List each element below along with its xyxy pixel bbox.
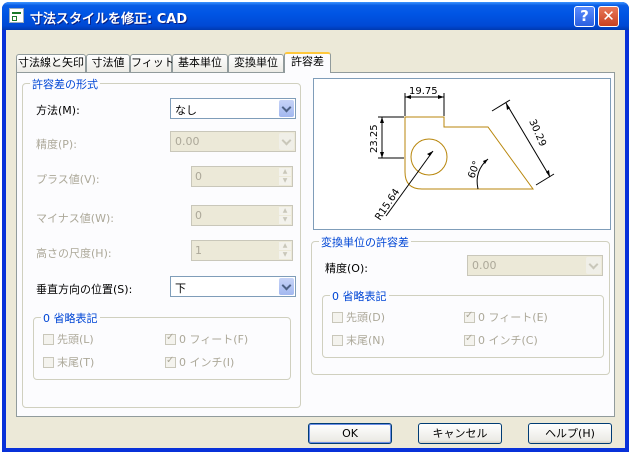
- zero-suppression-group: 0 省略表記 先頭(L) 0 フィート(F) 末尾(T) 0 インチ(I): [33, 310, 291, 380]
- tolerance-format-group: 許容差の形式 方法(M): なし 精度(P): 0.00 プラス値(V): 0 …: [22, 76, 301, 408]
- spinner-arrows-icon[interactable]: ▲ ▼: [279, 242, 291, 259]
- height-scale-value: 1: [195, 244, 202, 257]
- checkbox-checked-icon[interactable]: [165, 332, 176, 345]
- checkbox-checked-icon[interactable]: [464, 310, 475, 323]
- inches-checkbox[interactable]: 0 インチ(I): [165, 354, 234, 370]
- alt-feet-label: 0 フィート(E): [478, 311, 548, 324]
- help-title-button[interactable]: ?: [574, 6, 595, 27]
- method-select[interactable]: なし: [170, 98, 296, 119]
- radius-text: R15.64: [373, 187, 402, 223]
- dialog-client: 寸法線と矢印 寸法値 フィット 基本単位 変換単位 許容差 許容差の形式 方法(…: [6, 30, 625, 448]
- minus-value-spinner[interactable]: 0 ▲ ▼: [191, 205, 293, 226]
- plus-value-spinner[interactable]: 0 ▲ ▼: [191, 166, 293, 187]
- help-button[interactable]: ヘルプ(H): [528, 423, 612, 444]
- chevron-down-icon[interactable]: [279, 133, 294, 150]
- spinner-arrows-icon[interactable]: ▲ ▼: [279, 168, 291, 185]
- tab-primary-units[interactable]: 基本単位: [172, 54, 228, 72]
- height-scale-spinner[interactable]: 1 ▲ ▼: [191, 240, 293, 261]
- zero-suppression-legend: 0 省略表記: [41, 310, 100, 326]
- title-bar[interactable]: 寸法スタイルを修正: CAD ? ✕: [2, 2, 629, 30]
- checkbox-checked-icon[interactable]: [165, 355, 176, 368]
- alt-tolerance-legend: 変換単位の許容差: [319, 234, 411, 250]
- plus-value: 0: [195, 170, 202, 183]
- vertical-position-select[interactable]: 下: [170, 276, 296, 297]
- checkbox-icon[interactable]: [43, 334, 54, 345]
- height-scale-label: 高さの尺度(H):: [36, 247, 112, 260]
- inches-label: 0 インチ(I): [179, 356, 235, 369]
- trailing-checkbox[interactable]: 末尾(T): [43, 354, 94, 370]
- alt-inches-checkbox[interactable]: 0 インチ(C): [464, 332, 538, 348]
- alt-zero-suppression-legend: 0 省略表記: [330, 288, 389, 304]
- method-label: 方法(M):: [36, 104, 80, 117]
- tab-fit[interactable]: フィット: [130, 54, 175, 72]
- dim-top-text: 19.75: [409, 86, 438, 97]
- leading-label: 先頭(L): [57, 333, 94, 346]
- cancel-button[interactable]: キャンセル: [418, 423, 502, 444]
- chevron-down-icon[interactable]: [279, 278, 294, 295]
- tab-text[interactable]: 寸法値: [86, 54, 130, 72]
- close-button[interactable]: ✕: [598, 6, 619, 27]
- tab-tolerances[interactable]: 許容差: [284, 52, 331, 73]
- minus-label: マイナス値(W):: [36, 212, 114, 225]
- extension-line: [535, 173, 555, 186]
- tab-panel: 許容差の形式 方法(M): なし 精度(P): 0.00 プラス値(V): 0 …: [16, 72, 615, 417]
- chevron-down-icon[interactable]: [586, 257, 601, 274]
- vertical-position-label: 垂直方向の位置(S):: [36, 283, 133, 296]
- feet-label: 0 フィート(F): [179, 333, 249, 346]
- alt-tolerance-group: 変換単位の許容差 精度(O): 0.00 0 省略表記 先頭(D) 0 フィート…: [311, 234, 610, 375]
- tab-lines-arrows[interactable]: 寸法線と矢印: [16, 54, 86, 72]
- alt-inches-label: 0 インチ(C): [478, 334, 538, 347]
- trailing-label: 末尾(T): [57, 356, 95, 369]
- alt-zero-suppression-group: 0 省略表記 先頭(D) 0 フィート(E) 末尾(N) 0 インチ(C): [322, 288, 604, 358]
- spinner-arrows-icon[interactable]: ▲ ▼: [279, 207, 291, 224]
- dim-right-text: 30.29: [526, 118, 548, 149]
- angle-text: 60°: [466, 160, 482, 180]
- dialog-window: 寸法スタイルを修正: CAD ? ✕ 寸法線と矢印 寸法値 フィット 基本単位 …: [2, 2, 629, 452]
- alt-trailing-checkbox[interactable]: 末尾(N): [332, 332, 385, 348]
- chevron-down-icon[interactable]: [279, 100, 294, 117]
- app-icon: [9, 8, 24, 23]
- precision-label: 精度(P):: [36, 138, 77, 151]
- precision-select[interactable]: 0.00: [170, 131, 296, 152]
- feet-checkbox[interactable]: 0 フィート(F): [165, 331, 248, 347]
- vertical-position-value: 下: [175, 282, 186, 295]
- alt-precision-value: 0.00: [472, 259, 497, 272]
- dim-left-text: 23.25: [369, 124, 380, 153]
- alt-leading-checkbox[interactable]: 先頭(D): [332, 309, 385, 325]
- leading-checkbox[interactable]: 先頭(L): [43, 331, 94, 347]
- preview-pane: 19.75 23.25 30.29 60° R15.64: [313, 78, 611, 230]
- alt-precision-label: 精度(O):: [325, 262, 368, 275]
- alt-leading-label: 先頭(D): [346, 311, 386, 324]
- tolerance-format-legend: 許容差の形式: [30, 76, 100, 92]
- window-title: 寸法スタイルを修正: CAD: [30, 12, 188, 27]
- checkbox-icon[interactable]: [332, 312, 343, 323]
- alt-precision-select[interactable]: 0.00: [467, 255, 603, 276]
- method-value: なし: [175, 104, 197, 117]
- minus-value: 0: [195, 209, 202, 222]
- arrowhead-icon: [427, 151, 433, 156]
- ok-button[interactable]: OK: [308, 423, 392, 444]
- alt-trailing-label: 末尾(N): [346, 334, 385, 347]
- tab-alternate-units[interactable]: 変換単位: [228, 54, 284, 72]
- precision-value: 0.00: [175, 135, 200, 148]
- plus-label: プラス値(V):: [36, 173, 100, 186]
- checkbox-checked-icon[interactable]: [464, 333, 475, 346]
- dimension-preview-drawing: 19.75 23.25 30.29 60° R15.64: [369, 86, 555, 223]
- checkbox-icon[interactable]: [43, 357, 54, 368]
- alt-feet-checkbox[interactable]: 0 フィート(E): [464, 309, 548, 325]
- checkbox-icon[interactable]: [332, 335, 343, 346]
